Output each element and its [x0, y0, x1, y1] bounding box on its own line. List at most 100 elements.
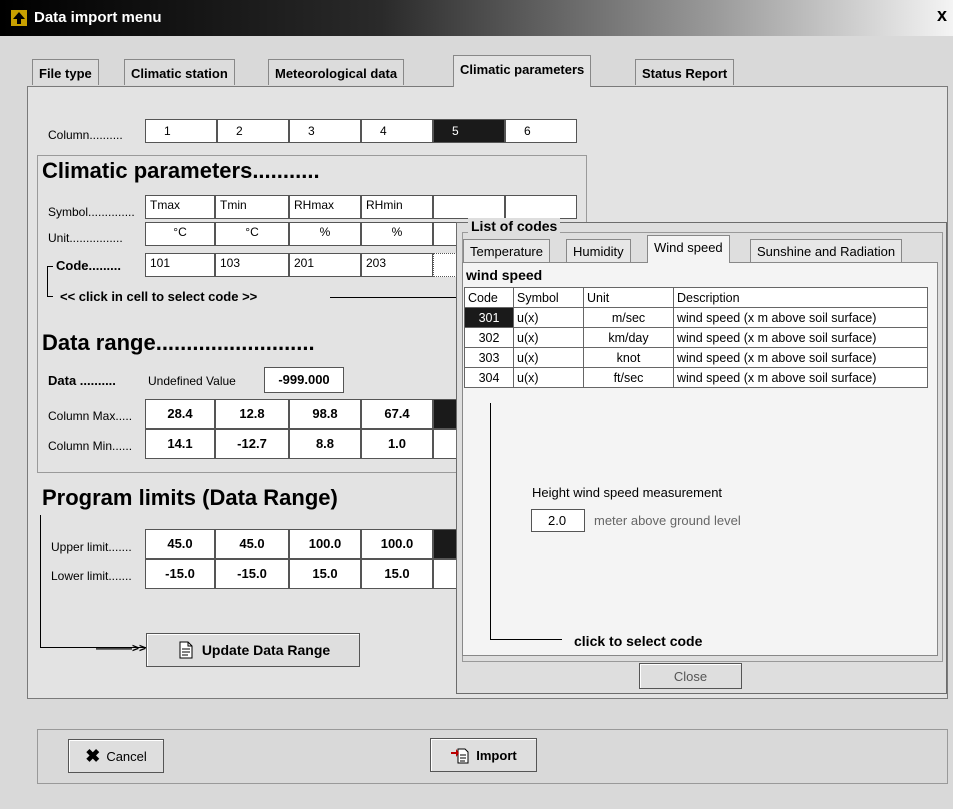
column-max-4: 67.4	[361, 399, 433, 429]
tab-climatic-station[interactable]: Climatic station	[124, 59, 235, 85]
row-description[interactable]: wind speed (x m above soil surface)	[673, 327, 928, 348]
upper-limit-5[interactable]	[433, 529, 457, 559]
height-value-input[interactable]: 2.0	[531, 509, 585, 532]
row-code[interactable]: 303	[464, 347, 514, 368]
code-cell-1[interactable]: 101	[145, 253, 215, 277]
row-code[interactable]: 304	[464, 367, 514, 388]
lower-limit-5[interactable]	[433, 559, 457, 589]
code-tab-temperature[interactable]: Temperature	[463, 239, 550, 262]
data-range-heading: Data range..........................	[42, 330, 315, 355]
column-3[interactable]: 3	[289, 119, 361, 143]
column-2[interactable]: 2	[217, 119, 289, 143]
lower-limit-2[interactable]: -15.0	[215, 559, 289, 589]
upper-limit-2[interactable]: 45.0	[215, 529, 289, 559]
x-mark-icon: ✖	[85, 745, 101, 766]
column-max-3: 98.8	[289, 399, 361, 429]
lower-limit-4[interactable]: 15.0	[361, 559, 433, 589]
climatic-parameters-heading: Climatic parameters...........	[42, 158, 320, 183]
symbol-label: Symbol..............	[48, 205, 135, 219]
select-code-hint: click to select code	[574, 633, 703, 649]
table-row[interactable]: 304 u(x) ft/sec wind speed (x m above so…	[464, 367, 928, 388]
upper-limit-3[interactable]: 100.0	[289, 529, 361, 559]
column-4[interactable]: 4	[361, 119, 433, 143]
height-measurement-label: Height wind speed measurement	[532, 485, 723, 500]
unit-cell-1[interactable]: °C	[145, 222, 215, 246]
codes-table-header: Code Symbol Unit Description	[464, 287, 928, 308]
row-unit[interactable]: m/sec	[583, 307, 674, 328]
column-min-5	[433, 429, 457, 459]
row-code[interactable]: 302	[464, 327, 514, 348]
window-title: Data import menu	[34, 9, 162, 26]
column-max-2: 12.8	[215, 399, 289, 429]
symbol-cell-2[interactable]: Tmin	[215, 195, 289, 219]
unit-cell-2[interactable]: °C	[215, 222, 289, 246]
symbol-cell-5[interactable]	[433, 195, 505, 219]
code-cell-3[interactable]: 201	[289, 253, 361, 277]
code-cell-4[interactable]: 203	[361, 253, 433, 277]
code-tab-humidity[interactable]: Humidity	[566, 239, 631, 262]
column-1[interactable]: 1	[145, 119, 217, 143]
list-of-codes-title: List of codes	[468, 218, 561, 234]
close-button[interactable]: Close	[639, 663, 742, 689]
tab-meteorological-data[interactable]: Meteorological data	[268, 59, 405, 85]
import-icon	[451, 748, 469, 764]
document-icon	[179, 641, 193, 659]
column-min-3: 8.8	[289, 429, 361, 459]
code-hint: << click in cell to select code >>	[60, 289, 258, 304]
undefined-value-input[interactable]: -999.000	[264, 367, 344, 393]
lower-limit-3[interactable]: 15.0	[289, 559, 361, 589]
symbol-cell-1[interactable]: Tmax	[145, 195, 215, 219]
header-description: Description	[673, 287, 928, 308]
code-tab-wind-speed[interactable]: Wind speed	[647, 235, 730, 263]
row-unit[interactable]: knot	[583, 347, 674, 368]
update-data-range-button[interactable]: Update Data Range	[146, 633, 360, 667]
program-limits-heading: Program limits (Data Range)	[42, 485, 338, 510]
column-min-2: -12.7	[215, 429, 289, 459]
symbol-cell-6[interactable]	[505, 195, 577, 219]
code-bracket	[47, 266, 53, 297]
header-unit: Unit	[583, 287, 674, 308]
title-bar: Data import menu x	[0, 0, 953, 36]
row-symbol[interactable]: u(x)	[513, 367, 584, 388]
tab-climatic-parameters[interactable]: Climatic parameters	[453, 55, 592, 87]
cancel-button[interactable]: ✖ Cancel	[68, 739, 164, 773]
row-symbol[interactable]: u(x)	[513, 307, 584, 328]
column-label: Column..........	[48, 128, 123, 142]
row-symbol[interactable]: u(x)	[513, 327, 584, 348]
unit-cell-4[interactable]: %	[361, 222, 433, 246]
row-description[interactable]: wind speed (x m above soil surface)	[673, 347, 928, 368]
row-description[interactable]: wind speed (x m above soil surface)	[673, 367, 928, 388]
tab-file-type[interactable]: File type	[32, 59, 99, 85]
row-unit[interactable]: ft/sec	[583, 367, 674, 388]
table-row[interactable]: 301 u(x) m/sec wind speed (x m above soi…	[464, 307, 928, 328]
symbol-cell-3[interactable]: RHmax	[289, 195, 361, 219]
update-data-range-label: Update Data Range	[201, 642, 331, 658]
column-6[interactable]: 6	[505, 119, 577, 143]
header-code: Code	[464, 287, 514, 308]
codes-table: Code Symbol Unit Description 301 u(x) m/…	[464, 287, 928, 388]
table-row[interactable]: 302 u(x) km/day wind speed (x m above so…	[464, 327, 928, 348]
height-unit-label: meter above ground level	[594, 513, 741, 528]
import-button[interactable]: Import	[430, 738, 537, 772]
row-unit[interactable]: km/day	[583, 327, 674, 348]
code-cell-5[interactable]	[433, 253, 457, 277]
lower-limit-1[interactable]: -15.0	[145, 559, 215, 589]
row-description[interactable]: wind speed (x m above soil surface)	[673, 307, 928, 328]
symbol-cell-4[interactable]: RHmin	[361, 195, 433, 219]
unit-cell-3[interactable]: %	[289, 222, 361, 246]
lower-limit-label: Lower limit.......	[51, 569, 132, 583]
tab-status-report[interactable]: Status Report	[635, 59, 735, 85]
wind-speed-section-title: wind speed	[466, 267, 543, 283]
upper-limit-1[interactable]: 45.0	[145, 529, 215, 559]
close-icon[interactable]: x	[937, 5, 947, 26]
column-5-selected[interactable]: 5	[433, 119, 505, 143]
code-cell-2[interactable]: 103	[215, 253, 289, 277]
table-row[interactable]: 303 u(x) knot wind speed (x m above soil…	[464, 347, 928, 368]
row-code[interactable]: 301	[464, 307, 514, 328]
code-tab-sunshine-radiation[interactable]: Sunshine and Radiation	[750, 239, 903, 262]
row-symbol[interactable]: u(x)	[513, 347, 584, 368]
upper-limit-4[interactable]: 100.0	[361, 529, 433, 559]
column-max-label: Column Max.....	[48, 409, 133, 423]
data-label: Data ..........	[48, 373, 116, 388]
column-min-1: 14.1	[145, 429, 215, 459]
